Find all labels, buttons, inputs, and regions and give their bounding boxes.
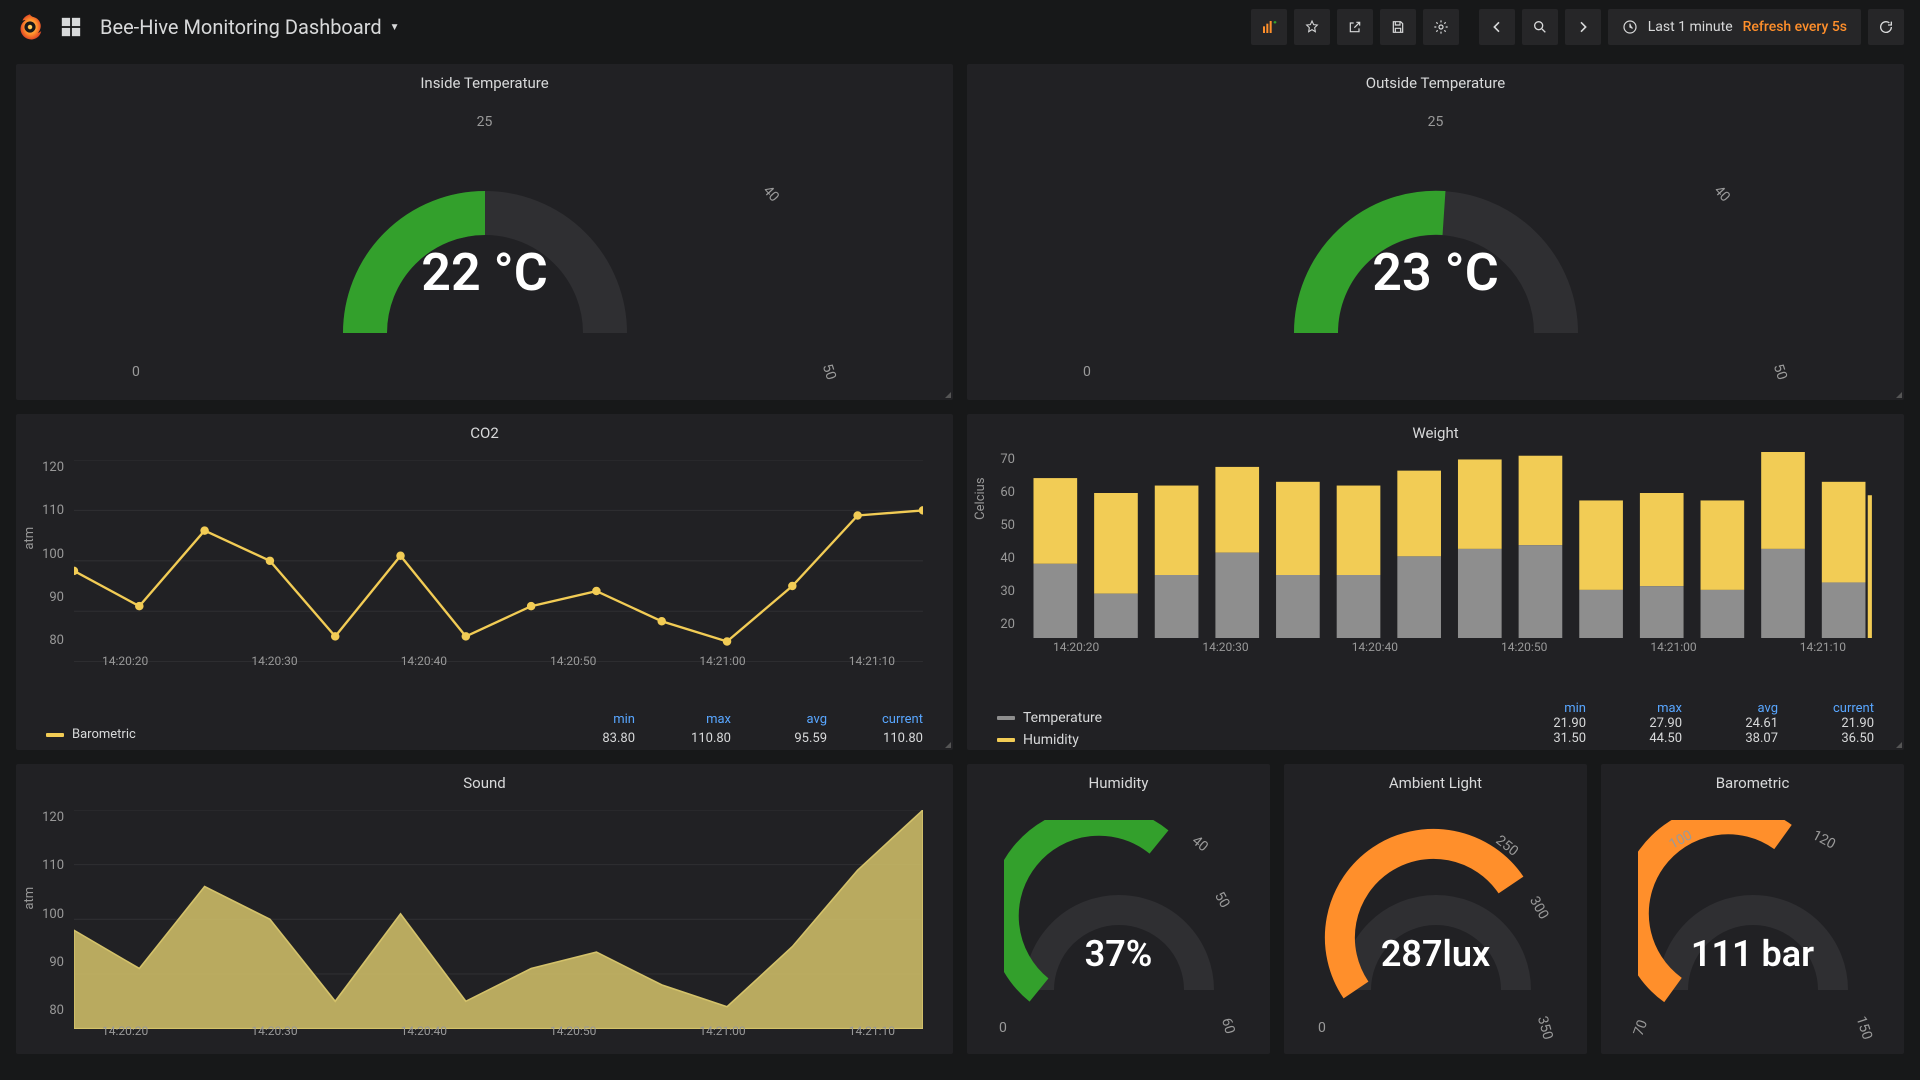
y-ticks: 1201101009080 — [26, 460, 72, 648]
panel-title: Outside Temperature — [967, 64, 1904, 96]
gauge-value: 22 °C — [421, 242, 547, 303]
panel-humidity[interactable]: Humidity 0 40 50 60 37% — [967, 764, 1270, 1054]
legend-entry[interactable]: Temperature — [997, 710, 1102, 726]
save-button[interactable] — [1380, 9, 1416, 45]
legend-stats: min max avg current 21.90 27.90 24.61 21… — [1526, 701, 1874, 746]
x-ticks: 14:20:2014:20:3014:20:4014:20:5014:21:00… — [74, 1024, 923, 1038]
panel-title: Barometric — [1601, 764, 1904, 796]
panel-title: Inside Temperature — [16, 64, 953, 96]
refresh-interval-label: Refresh every 5s — [1743, 19, 1847, 35]
share-button[interactable] — [1337, 9, 1373, 45]
gauge-tick-25: 25 — [477, 114, 493, 130]
panel-sound[interactable]: Sound atm 1201101009080 14:20:2014:20:30… — [16, 764, 953, 1054]
panel-inside-temperature[interactable]: Inside Temperature 0 25 40 50 22 °C — [16, 64, 953, 400]
y-ticks: 706050403020 — [977, 452, 1023, 632]
x-ticks: 14:20:2014:20:3014:20:4014:20:5014:21:00… — [1025, 640, 1874, 654]
x-ticks: 14:20:2014:20:3014:20:4014:20:5014:21:00… — [74, 654, 923, 668]
resize-handle[interactable] — [945, 392, 951, 398]
gauge-tick-25: 25 — [1428, 114, 1444, 130]
panel-title: Sound — [16, 764, 953, 796]
resize-handle[interactable] — [1896, 742, 1902, 748]
navbar: Bee-Hive Monitoring Dashboard ▼ Last 1 m… — [0, 0, 1920, 54]
refresh-button[interactable] — [1868, 9, 1904, 45]
panel-co2[interactable]: CO2 atm 1201101009080 14:20:2014:20:3014… — [16, 414, 953, 750]
panel-outside-temperature[interactable]: Outside Temperature 0 25 40 50 23 °C — [967, 64, 1904, 400]
time-back-button[interactable] — [1479, 9, 1515, 45]
gauge-chart — [1638, 820, 1868, 1030]
settings-button[interactable] — [1423, 9, 1459, 45]
dashboard-body: Inside Temperature 0 25 40 50 22 °C Outs… — [0, 54, 1920, 1064]
add-panel-button[interactable] — [1251, 9, 1287, 45]
resize-handle[interactable] — [1896, 392, 1902, 398]
zoom-out-button[interactable] — [1522, 9, 1558, 45]
y-ticks: 1201101009080 — [26, 810, 72, 1018]
legend: Temperature Humidity — [997, 710, 1102, 748]
gauge-value: 111 bar — [1691, 933, 1814, 975]
gauge-tick-50: 50 — [1770, 362, 1790, 382]
gauge-value: 23 °C — [1372, 242, 1498, 303]
gauge-value: 287lux — [1381, 933, 1490, 975]
legend-label: Barometric — [72, 727, 136, 742]
gauge-value: 37% — [1085, 933, 1153, 975]
gauge-tick-40: 40 — [760, 183, 782, 205]
dashboard-title[interactable]: Bee-Hive Monitoring Dashboard ▼ — [100, 15, 400, 39]
clock-icon — [1622, 19, 1638, 35]
dashboard-title-text: Bee-Hive Monitoring Dashboard — [100, 15, 382, 39]
caret-down-icon: ▼ — [390, 22, 400, 33]
legend-stats: min max avg current 83.80 110.80 95.59 1… — [575, 712, 923, 746]
legend-entry[interactable]: Humidity — [997, 732, 1102, 748]
resize-handle[interactable] — [945, 742, 951, 748]
dashboard-home-icon[interactable] — [60, 16, 82, 38]
panel-ambient-light[interactable]: Ambient Light 0 250 300 350 287lux — [1284, 764, 1587, 1054]
panel-weight[interactable]: Weight Celcius 706050403020 14:20:2014:2… — [967, 414, 1904, 750]
time-forward-button[interactable] — [1565, 9, 1601, 45]
time-picker[interactable]: Last 1 minute Refresh every 5s — [1608, 9, 1861, 45]
panel-title: Humidity — [967, 764, 1270, 796]
gauge-tick-40: 40 — [1711, 183, 1733, 205]
bar-chart — [1025, 452, 1874, 638]
gauge-tick-0: 0 — [132, 364, 140, 380]
panel-title: CO2 — [16, 414, 953, 446]
time-range-label: Last 1 minute — [1648, 19, 1733, 35]
gauge-tick-0: 0 — [1083, 364, 1091, 380]
area-chart — [74, 810, 923, 1029]
panel-title: Ambient Light — [1284, 764, 1587, 796]
grafana-logo-icon[interactable] — [16, 13, 44, 41]
legend-entry[interactable]: Barometric — [46, 727, 136, 742]
line-chart — [74, 460, 923, 662]
panel-barometric[interactable]: Barometric 70 100 120 150 111 bar — [1601, 764, 1904, 1054]
star-button[interactable] — [1294, 9, 1330, 45]
panel-title: Weight — [967, 414, 1904, 446]
gauge-tick-50: 50 — [819, 362, 839, 382]
